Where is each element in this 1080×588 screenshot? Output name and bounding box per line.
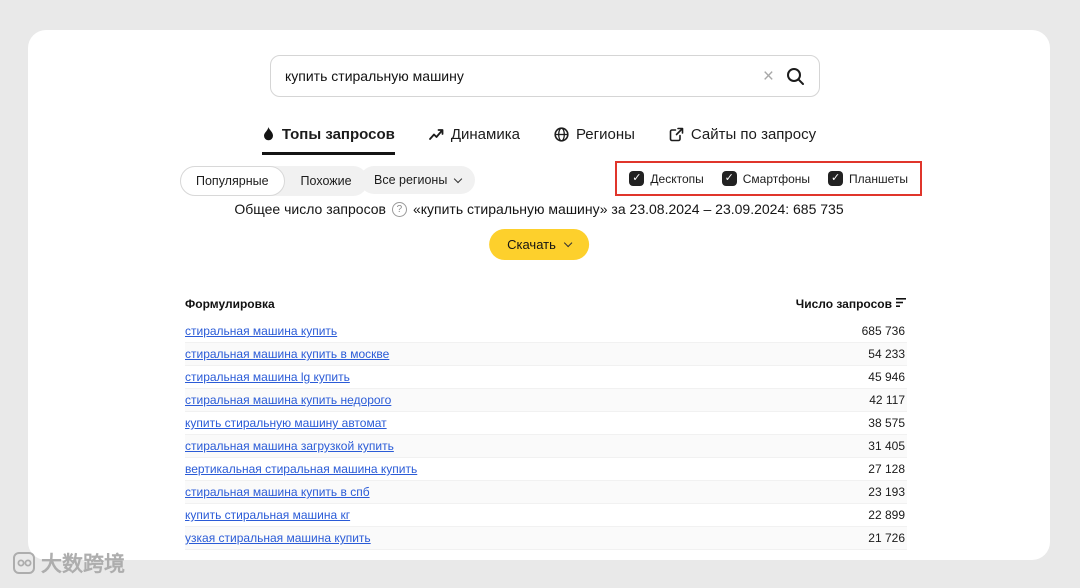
checkbox-label: Смартфоны xyxy=(743,172,810,186)
download-label: Скачать xyxy=(507,237,556,252)
sort-icon[interactable] xyxy=(896,297,907,311)
clear-icon[interactable]: × xyxy=(763,67,774,86)
summary-prefix: Общее число запросов xyxy=(234,201,386,217)
search-input[interactable] xyxy=(285,68,751,84)
query-count: 21 726 xyxy=(868,531,905,545)
query-count: 54 233 xyxy=(868,347,905,361)
wordstat-card: × Топы запросов xyxy=(28,30,1050,560)
tab-bar: Топы запросов Динамика xyxy=(28,126,1050,155)
checkbox-label: Десктопы xyxy=(650,172,703,186)
tab-top-queries[interactable]: Топы запросов xyxy=(262,126,395,155)
chevron-down-icon xyxy=(564,239,572,247)
download-button[interactable]: Скачать xyxy=(489,229,589,260)
table-row: вертикальная стиральная машина купить 27… xyxy=(185,458,907,481)
queries-table: Формулировка Число запросов стиральная м… xyxy=(185,290,907,550)
search-icon[interactable] xyxy=(786,67,805,86)
region-selector[interactable]: Все регионы xyxy=(360,166,475,194)
query-link[interactable]: стиральная машина купить недорого xyxy=(185,393,391,407)
table-row: купить стиральную машину автомат 38 575 xyxy=(185,412,907,435)
table-row: узкая стиральная машина купить 21 726 xyxy=(185,527,907,550)
summary-rest: «купить стиральную машину» за 23.08.2024… xyxy=(413,201,844,217)
query-link[interactable]: купить стиральная машина кг xyxy=(185,508,350,522)
checkbox-checked-icon: ✓ xyxy=(722,171,737,186)
column-header-phrase: Формулировка xyxy=(185,297,275,311)
checkbox-smartphones[interactable]: ✓ Смартфоны xyxy=(722,171,810,186)
query-link[interactable]: стиральная машина купить в спб xyxy=(185,485,370,499)
tab-sites-by-query[interactable]: Сайты по запросу xyxy=(669,126,816,155)
query-link[interactable]: стиральная машина купить в москве xyxy=(185,347,389,361)
table-row: стиральная машина купить в москве 54 233 xyxy=(185,343,907,366)
query-total-summary: Общее число запросов ? «купить стиральну… xyxy=(28,201,1050,217)
table-header: Формулировка Число запросов xyxy=(185,290,907,320)
query-link[interactable]: стиральная машина купить xyxy=(185,324,337,338)
table-row: стиральная машина купить в спб 23 193 xyxy=(185,481,907,504)
page-background: × Топы запросов xyxy=(0,0,1080,588)
checkbox-tablets[interactable]: ✓ Планшеты xyxy=(828,171,908,186)
table-row: стиральная машина lg купить 45 946 xyxy=(185,366,907,389)
query-link[interactable]: стиральная машина загрузкой купить xyxy=(185,439,394,453)
filters-row: Популярные Похожие Все регионы ✓ Десктоп… xyxy=(28,164,1050,198)
query-count: 685 736 xyxy=(862,324,905,338)
tab-regions[interactable]: Регионы xyxy=(554,126,635,155)
query-count: 27 128 xyxy=(868,462,905,476)
table-row: купить стиральная машина кг 22 899 xyxy=(185,504,907,527)
query-link[interactable]: купить стиральную машину автомат xyxy=(185,416,387,430)
checkbox-checked-icon: ✓ xyxy=(629,171,644,186)
query-link[interactable]: стиральная машина lg купить xyxy=(185,370,350,384)
tab-label: Динамика xyxy=(451,126,520,143)
query-link[interactable]: узкая стиральная машина купить xyxy=(185,531,371,545)
query-count: 23 193 xyxy=(868,485,905,499)
tab-label: Регионы xyxy=(576,126,635,143)
search-bar: × xyxy=(270,55,820,97)
table-row: стиральная машина загрузкой купить 31 40… xyxy=(185,435,907,458)
query-count: 45 946 xyxy=(868,370,905,384)
table-row: стиральная машина купить недорого 42 117 xyxy=(185,389,907,412)
external-link-icon xyxy=(669,127,684,142)
table-row: стиральная машина купить 685 736 xyxy=(185,320,907,343)
tab-label: Топы запросов xyxy=(282,126,395,143)
help-icon[interactable]: ? xyxy=(392,202,407,217)
query-link[interactable]: вертикальная стиральная машина купить xyxy=(185,462,417,476)
query-count: 42 117 xyxy=(869,393,905,407)
trend-icon xyxy=(429,128,444,141)
tab-label: Сайты по запросу xyxy=(691,126,816,143)
globe-icon xyxy=(554,127,569,142)
checkbox-checked-icon: ✓ xyxy=(828,171,843,186)
checkbox-desktops[interactable]: ✓ Десктопы xyxy=(629,171,703,186)
query-count: 38 575 xyxy=(868,416,905,430)
column-header-count: Число запросов xyxy=(796,297,892,311)
toggle-similar[interactable]: Похожие xyxy=(285,166,368,196)
checkbox-label: Планшеты xyxy=(849,172,908,186)
query-count: 22 899 xyxy=(868,508,905,522)
query-count: 31 405 xyxy=(868,439,905,453)
flame-icon xyxy=(262,127,275,143)
region-label: Все регионы xyxy=(374,173,447,187)
query-type-toggle: Популярные Похожие xyxy=(180,166,368,196)
device-filters-annotation: ✓ Десктопы ✓ Смартфоны ✓ Планшеты xyxy=(615,161,922,196)
chevron-down-icon xyxy=(454,174,462,182)
toggle-popular[interactable]: Популярные xyxy=(180,166,285,196)
tab-dynamics[interactable]: Динамика xyxy=(429,126,520,155)
